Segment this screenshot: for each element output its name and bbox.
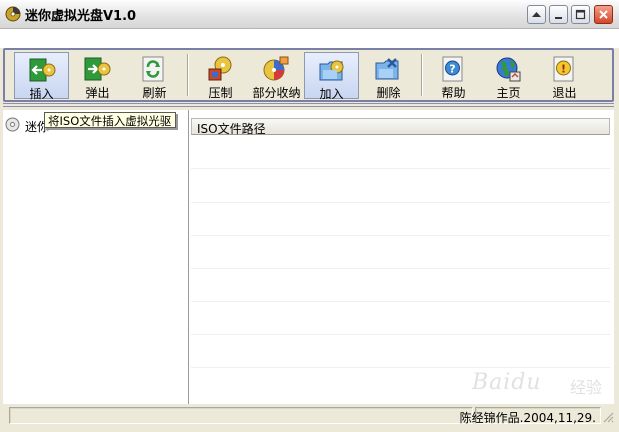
toolbar-divider <box>3 103 614 107</box>
watermark-cn: 经验 <box>570 378 603 397</box>
eject-icon <box>84 57 111 81</box>
compress-button[interactable]: 压制 <box>193 52 248 100</box>
insert-tooltip: 将ISO文件插入虚拟光驱 <box>44 112 176 128</box>
window-title: 迷你虚拟光盘V1.0 <box>25 9 137 24</box>
author-text: 陈经锦作品.2004,11,29. <box>459 411 596 425</box>
insert-label: 插入 <box>29 87 54 101</box>
partial-store-label: 部分收纳 <box>252 86 301 100</box>
resize-grip-icon[interactable] <box>602 411 614 423</box>
status-bar: 陈经锦作品.2004,11,29. <box>3 405 614 427</box>
compress-icon <box>208 56 232 81</box>
svg-text:!: ! <box>561 63 566 76</box>
help-icon: ? <box>442 56 463 82</box>
title-bar[interactable]: 迷你虚拟光盘V1.0 <box>0 0 619 29</box>
svg-text:?: ? <box>449 63 455 76</box>
homepage-button[interactable]: 主页 <box>481 52 536 100</box>
add-label: 加入 <box>319 87 344 101</box>
close-icon <box>599 10 608 19</box>
app-window: 迷你虚拟光盘V1.0 插入 弹出 刷新 压制 部分收纳 加入 删除 ? 帮助 主… <box>0 0 619 432</box>
close-button[interactable] <box>594 5 613 24</box>
disc-app-icon <box>5 6 21 22</box>
exit-label: 退出 <box>552 86 577 100</box>
homepage-label: 主页 <box>496 86 521 100</box>
menu-strip <box>0 29 619 48</box>
help-label: 帮助 <box>441 86 466 100</box>
status-panel-left <box>9 407 473 424</box>
status-panel-right: 陈经锦作品.2004,11,29. <box>460 407 601 425</box>
refresh-button[interactable]: 刷新 <box>127 52 182 100</box>
baidu-watermark: Baidu 经验 <box>472 368 612 404</box>
maximize-button[interactable] <box>571 5 590 24</box>
exit-icon: ! <box>553 56 574 82</box>
toolbar-separator <box>187 54 189 96</box>
toolbar-separator <box>421 54 423 96</box>
delete-button[interactable]: 删除 <box>361 52 416 100</box>
exit-button[interactable]: ! 退出 <box>537 52 592 100</box>
insert-button[interactable]: 插入 <box>14 52 69 101</box>
grid-line <box>191 235 610 236</box>
minimize-button[interactable] <box>549 5 568 24</box>
compress-label: 压制 <box>208 86 233 100</box>
watermark-text: Baidu <box>472 370 542 395</box>
grid-line <box>191 334 610 335</box>
triangle-up-icon <box>532 12 541 17</box>
eject-label: 弹出 <box>85 86 110 100</box>
delete-folder-icon <box>375 58 399 80</box>
eject-button[interactable]: 弹出 <box>70 52 125 100</box>
refresh-label: 刷新 <box>142 86 167 100</box>
refresh-icon <box>142 56 164 82</box>
iso-list[interactable]: ISO文件路径 <box>189 110 614 404</box>
cd-drive-icon <box>5 117 20 132</box>
help-button[interactable]: ? 帮助 <box>426 52 481 100</box>
toolbar: 插入 弹出 刷新 压制 部分收纳 加入 删除 ? 帮助 主页 ! 退出 <box>3 48 614 102</box>
grid-line <box>191 168 610 169</box>
add-button[interactable]: 加入 <box>304 52 359 101</box>
drive-tree[interactable]: 迷你 <box>3 110 189 404</box>
minimize-icon <box>555 17 562 19</box>
maximize-icon <box>575 9 586 20</box>
column-header-iso-path[interactable]: ISO文件路径 <box>191 118 610 136</box>
partial-store-button[interactable]: 部分收纳 <box>249 52 304 100</box>
grid-line <box>191 202 610 203</box>
globe-icon <box>496 57 521 82</box>
grid-line <box>191 301 610 302</box>
help-caption-button[interactable] <box>527 5 546 24</box>
add-folder-icon <box>319 60 344 81</box>
delete-label: 删除 <box>376 86 401 100</box>
insert-icon <box>29 58 56 82</box>
partial-store-icon <box>263 56 289 81</box>
column-header-label: ISO文件路径 <box>197 122 266 136</box>
grid-line <box>191 268 610 269</box>
